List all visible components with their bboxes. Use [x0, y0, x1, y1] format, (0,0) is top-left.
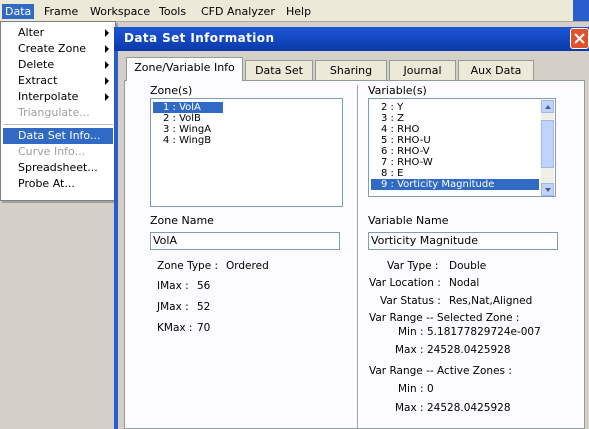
zone-name-label: Zone Name — [150, 214, 214, 227]
list-item[interactable]: 3 : WingA — [153, 124, 211, 135]
submenu-arrow-icon — [105, 45, 109, 53]
active-max-value: 24528.0425928 — [427, 402, 511, 414]
menu-item-delete[interactable]: Delete — [3, 57, 113, 73]
variables-scrollbar[interactable] — [541, 100, 554, 196]
close-button[interactable] — [570, 28, 589, 49]
zones-listbox[interactable]: 1 : VolA 2 : VolB 3 : WingA 4 : WingB — [150, 98, 343, 207]
var-location-label: Var Location : — [369, 277, 441, 289]
selected-max-label: Max : — [395, 344, 424, 356]
menu-help[interactable]: Help — [283, 4, 314, 19]
zone-type-label: Zone Type : — [157, 260, 219, 272]
data-menu-dropdown: Alter Create Zone Delete Extract Interpo… — [0, 21, 116, 201]
submenu-arrow-icon — [105, 29, 109, 37]
tab-sharing[interactable]: Sharing — [315, 60, 387, 80]
column-divider — [357, 85, 358, 429]
active-min-label: Min : — [398, 383, 424, 395]
kmax-value: 70 — [197, 322, 211, 334]
zone-type-value: Ordered — [226, 260, 269, 272]
menu-item-curve-info: Curve Info... — [18, 145, 86, 158]
menu-cfd-analyzer[interactable]: CFD Analyzer — [198, 4, 278, 19]
list-item[interactable]: 5 : RHO-U — [371, 135, 431, 146]
submenu-arrow-icon — [105, 61, 109, 69]
zone-name-field[interactable]: VolA — [150, 232, 340, 250]
list-item[interactable]: 7 : RHO-W — [371, 157, 433, 168]
var-range-selected-zone-header: Var Range -- Selected Zone : — [369, 312, 520, 324]
close-icon — [574, 33, 585, 44]
var-location-value: Nodal — [449, 277, 480, 289]
selected-min-value: 5.18177829724e-007 — [427, 326, 541, 338]
variable-name-label: Variable Name — [368, 214, 449, 227]
submenu-arrow-icon — [105, 93, 109, 101]
var-status-value: Res,Nat,Aligned — [449, 295, 533, 307]
selected-min-label: Min : — [398, 326, 424, 338]
kmax-label: KMax : — [157, 322, 193, 334]
var-range-active-zones-header: Var Range -- Active Zones : — [369, 365, 512, 377]
imax-value: 56 — [197, 280, 211, 292]
variables-listbox[interactable]: 2 : Y 3 : Z 4 : RHO 5 : RHO-U 6 : RHO-V … — [368, 98, 556, 197]
menu-item-extract[interactable]: Extract — [3, 73, 113, 89]
list-item[interactable]: 8 : E — [371, 168, 403, 179]
variable-name-field[interactable]: Vorticity Magnitude — [368, 232, 558, 250]
menu-item-create-zone[interactable]: Create Zone — [3, 41, 113, 57]
tab-journal[interactable]: Journal — [389, 60, 456, 80]
scroll-down-icon[interactable] — [541, 183, 554, 196]
list-item[interactable]: 3 : Z — [371, 113, 404, 124]
dialog-border — [114, 51, 118, 429]
selected-max-value: 24528.0425928 — [427, 344, 511, 356]
list-item[interactable]: 6 : RHO-V — [371, 146, 430, 157]
jmax-value: 52 — [197, 301, 211, 313]
menu-data[interactable]: Data — [2, 4, 35, 19]
menu-tools[interactable]: Tools — [156, 4, 189, 19]
menu-item-alter[interactable]: Alter — [3, 25, 113, 41]
menu-item-probe-at[interactable]: Probe At... — [3, 176, 113, 192]
menu-separator — [3, 124, 113, 125]
imax-label: IMax : — [157, 280, 189, 292]
scroll-up-icon[interactable] — [541, 100, 554, 113]
submenu-arrow-icon — [105, 77, 109, 85]
menu-item-triangulate: Triangulate... — [18, 106, 90, 119]
active-min-value: 0 — [427, 383, 434, 395]
list-item[interactable]: 1 : VolA — [153, 102, 223, 113]
tab-aux-data[interactable]: Aux Data — [458, 60, 534, 80]
var-type-label: Var Type : — [387, 260, 439, 272]
menu-frame[interactable]: Frame — [41, 4, 81, 19]
menu-bar: Data Frame Workspace Tools CFD Analyzer … — [0, 0, 589, 22]
menu-workspace[interactable]: Workspace — [87, 4, 153, 19]
jmax-label: JMax : — [157, 301, 189, 313]
variables-label: Variable(s) — [368, 84, 427, 97]
menu-item-data-set-info[interactable]: Data Set Info... — [3, 128, 113, 144]
background-window-edge — [573, 0, 589, 21]
dialog-title: Data Set Information — [124, 31, 275, 45]
menu-item-interpolate[interactable]: Interpolate — [3, 89, 113, 105]
var-status-label: Var Status : — [380, 295, 441, 307]
list-item[interactable]: 4 : RHO — [371, 124, 419, 135]
scroll-thumb[interactable] — [541, 120, 554, 168]
data-set-info-dialog: Data Set Information Zone/Variable Info … — [114, 27, 589, 429]
list-item[interactable]: 2 : Y — [371, 102, 403, 113]
active-max-label: Max : — [395, 402, 424, 414]
tab-data-set[interactable]: Data Set — [245, 60, 313, 80]
dialog-titlebar[interactable]: Data Set Information — [114, 27, 589, 51]
tab-zone-variable-info[interactable]: Zone/Variable Info — [126, 57, 243, 81]
menu-item-spreadsheet[interactable]: Spreadsheet... — [3, 160, 113, 176]
var-type-value: Double — [449, 260, 487, 272]
list-item[interactable]: 2 : VolB — [153, 113, 201, 124]
list-item[interactable]: 9 : Vorticity Magnitude — [371, 179, 539, 190]
zones-label: Zone(s) — [150, 84, 193, 97]
list-item[interactable]: 4 : WingB — [153, 135, 211, 146]
